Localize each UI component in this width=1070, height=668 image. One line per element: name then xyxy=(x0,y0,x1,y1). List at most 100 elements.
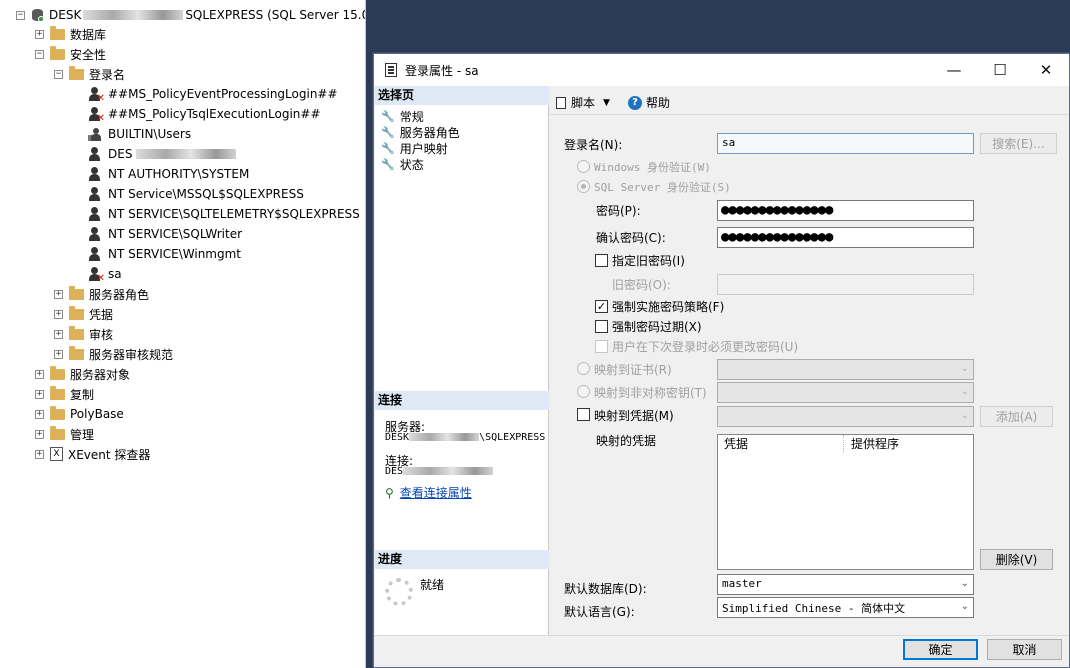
page-server-roles[interactable]: 🔧 服务器角色 xyxy=(381,124,460,140)
folder-icon xyxy=(69,285,84,300)
collapse-icon[interactable]: − xyxy=(16,10,25,20)
minimize-button[interactable]: — xyxy=(931,54,977,86)
expand-icon[interactable]: + xyxy=(54,329,63,339)
help-button[interactable]: ? 帮助 xyxy=(628,94,670,111)
maximize-button[interactable]: ☐ xyxy=(977,54,1023,86)
tree-node-server-objects[interactable]: + 服务器对象 xyxy=(35,364,130,384)
grid-header-provider[interactable]: 提供程序 xyxy=(845,435,973,453)
help-label: 帮助 xyxy=(646,96,671,110)
redacted-text xyxy=(409,433,480,441)
expand-icon[interactable]: + xyxy=(54,309,63,319)
login-item[interactable]: BUILTIN\Users xyxy=(88,124,191,144)
tree-node-server[interactable]: − DESK SQLEXPRESS (SQL Server 15.0.200 xyxy=(16,5,365,25)
mapped-credentials-grid[interactable]: 凭据 提供程序 xyxy=(717,434,974,570)
confirm-password-input[interactable]: ●●●●●●●●●●●●●●● xyxy=(717,227,974,248)
remove-credential-button[interactable]: 删除(V) xyxy=(980,549,1053,570)
certificate-select[interactable]: ⌄ xyxy=(717,359,974,380)
expand-icon[interactable]: + xyxy=(35,409,44,419)
folder-icon xyxy=(50,405,65,420)
tree-node-label: 服务器角色 xyxy=(89,287,150,302)
tree-node-replication[interactable]: + 复制 xyxy=(35,384,94,404)
windows-auth-label: Windows 身份验证(W) xyxy=(594,161,711,174)
login-label: NT SERVICE\SQLTELEMETRY$SQLEXPRESS xyxy=(108,207,360,221)
expand-icon[interactable]: + xyxy=(35,29,44,39)
login-item[interactable]: DES xyxy=(88,144,237,164)
password-input[interactable]: ●●●●●●●●●●●●●●● xyxy=(717,200,974,221)
tree-node-audits[interactable]: + 审核 xyxy=(54,324,113,344)
tree-node-polybase[interactable]: + PolyBase xyxy=(35,404,124,424)
enforce-expiration-label: 强制密码过期(X) xyxy=(612,320,702,334)
search-button[interactable]: 搜索(E)... xyxy=(980,133,1057,154)
tree-node-logins[interactable]: − 登录名 xyxy=(54,64,125,84)
login-properties-dialog: 登录属性 - sa — ☐ ✕ 选择页 🔧 常规 🔧 服务器角色 🔧 用户映射 … xyxy=(373,53,1070,668)
login-item[interactable]: ✕ ##MS_PolicyTsqlExecutionLogin## xyxy=(88,104,321,124)
login-name-input[interactable]: sa xyxy=(717,133,974,154)
map-credential-label: 映射到凭据(M) xyxy=(594,409,674,423)
enforce-expiration-checkbox[interactable] xyxy=(595,320,608,333)
view-connection-properties-link[interactable]: ⚲ 查看连接属性 xyxy=(385,484,472,501)
expand-icon[interactable]: + xyxy=(54,289,63,299)
tree-node-label: 管理 xyxy=(70,427,95,442)
login-icon xyxy=(88,246,104,262)
expand-icon[interactable]: + xyxy=(35,449,44,459)
expand-icon[interactable]: + xyxy=(35,429,44,439)
close-button[interactable]: ✕ xyxy=(1023,54,1069,86)
sql-auth-radio[interactable] xyxy=(577,180,590,193)
collapse-icon[interactable]: − xyxy=(54,69,63,79)
dialog-titlebar[interactable]: 登录属性 - sa — ☐ ✕ xyxy=(374,54,1069,86)
old-password-label: 旧密码(O): xyxy=(612,278,671,292)
expand-icon[interactable]: + xyxy=(35,369,44,379)
login-label: BUILTIN\Users xyxy=(108,127,192,141)
progress-spinner-icon xyxy=(385,578,413,606)
specify-old-password-label: 指定旧密码(I) xyxy=(612,254,685,268)
tree-node-xevent[interactable]: + X XEvent 探查器 xyxy=(35,444,150,464)
map-asymmetric-key-radio[interactable] xyxy=(577,385,590,398)
page-general[interactable]: 🔧 常规 xyxy=(381,108,424,124)
confirm-password-label: 确认密码(C): xyxy=(596,231,666,245)
tree-node-label: 数据库 xyxy=(70,27,107,42)
old-password-input[interactable] xyxy=(717,274,974,295)
tree-node-audit-specs[interactable]: + 服务器审核规范 xyxy=(54,344,173,364)
map-certificate-radio[interactable] xyxy=(577,362,590,375)
tree-node-label: 审核 xyxy=(89,327,114,342)
page-status[interactable]: 🔧 状态 xyxy=(381,156,424,172)
connection-header: 连接 xyxy=(375,391,549,410)
wrench-icon: 🔧 xyxy=(381,109,395,123)
tree-node-credentials[interactable]: + 凭据 xyxy=(54,304,113,324)
tree-node-label: 凭据 xyxy=(89,307,114,322)
map-credential-checkbox[interactable] xyxy=(577,408,590,421)
login-item[interactable]: NT SERVICE\SQLTELEMETRY$SQLEXPRESS xyxy=(88,204,360,224)
expand-icon[interactable]: + xyxy=(35,389,44,399)
login-label: NT Service\MSSQL$SQLEXPRESS xyxy=(108,187,304,201)
map-certificate-label: 映射到证书(R) xyxy=(594,363,672,377)
ok-button[interactable]: 确定 xyxy=(903,639,978,660)
login-item[interactable]: NT AUTHORITY\SYSTEM xyxy=(88,164,249,184)
login-icon xyxy=(88,226,104,242)
tree-node-security[interactable]: − 安全性 xyxy=(35,44,106,64)
login-item[interactable]: NT SERVICE\SQLWriter xyxy=(88,224,242,244)
expand-icon[interactable]: + xyxy=(54,349,63,359)
login-item[interactable]: ✕ ##MS_PolicyEventProcessingLogin## xyxy=(88,84,338,104)
tree-node-management[interactable]: + 管理 xyxy=(35,424,94,444)
login-item[interactable]: NT Service\MSSQL$SQLEXPRESS xyxy=(88,184,304,204)
tree-node-databases[interactable]: + 数据库 xyxy=(35,24,106,44)
collapse-icon[interactable]: − xyxy=(35,49,44,59)
login-item[interactable]: ✕ sa xyxy=(88,264,122,284)
page-user-mapping[interactable]: 🔧 用户映射 xyxy=(381,140,448,156)
enforce-policy-checkbox[interactable]: ✓ xyxy=(595,300,608,313)
script-button[interactable]: 脚本 ▼ xyxy=(556,94,610,111)
specify-old-password-checkbox[interactable] xyxy=(595,254,608,267)
credential-select[interactable]: ⌄ xyxy=(717,406,974,427)
add-credential-button[interactable]: 添加(A) xyxy=(980,406,1053,427)
default-database-select[interactable]: master ⌄ xyxy=(717,574,974,595)
cancel-button[interactable]: 取消 xyxy=(987,639,1062,660)
redacted-text xyxy=(136,149,237,159)
windows-auth-radio[interactable] xyxy=(577,160,590,173)
folder-icon xyxy=(69,305,84,320)
login-item[interactable]: NT SERVICE\Winmgmt xyxy=(88,244,241,264)
grid-header-credential[interactable]: 凭据 xyxy=(718,435,844,453)
default-language-select[interactable]: Simplified Chinese - 简体中文 ⌄ xyxy=(717,597,974,618)
asymmetric-key-select[interactable]: ⌄ xyxy=(717,382,974,403)
must-change-checkbox[interactable] xyxy=(595,340,608,353)
tree-node-server-roles[interactable]: + 服务器角色 xyxy=(54,284,149,304)
